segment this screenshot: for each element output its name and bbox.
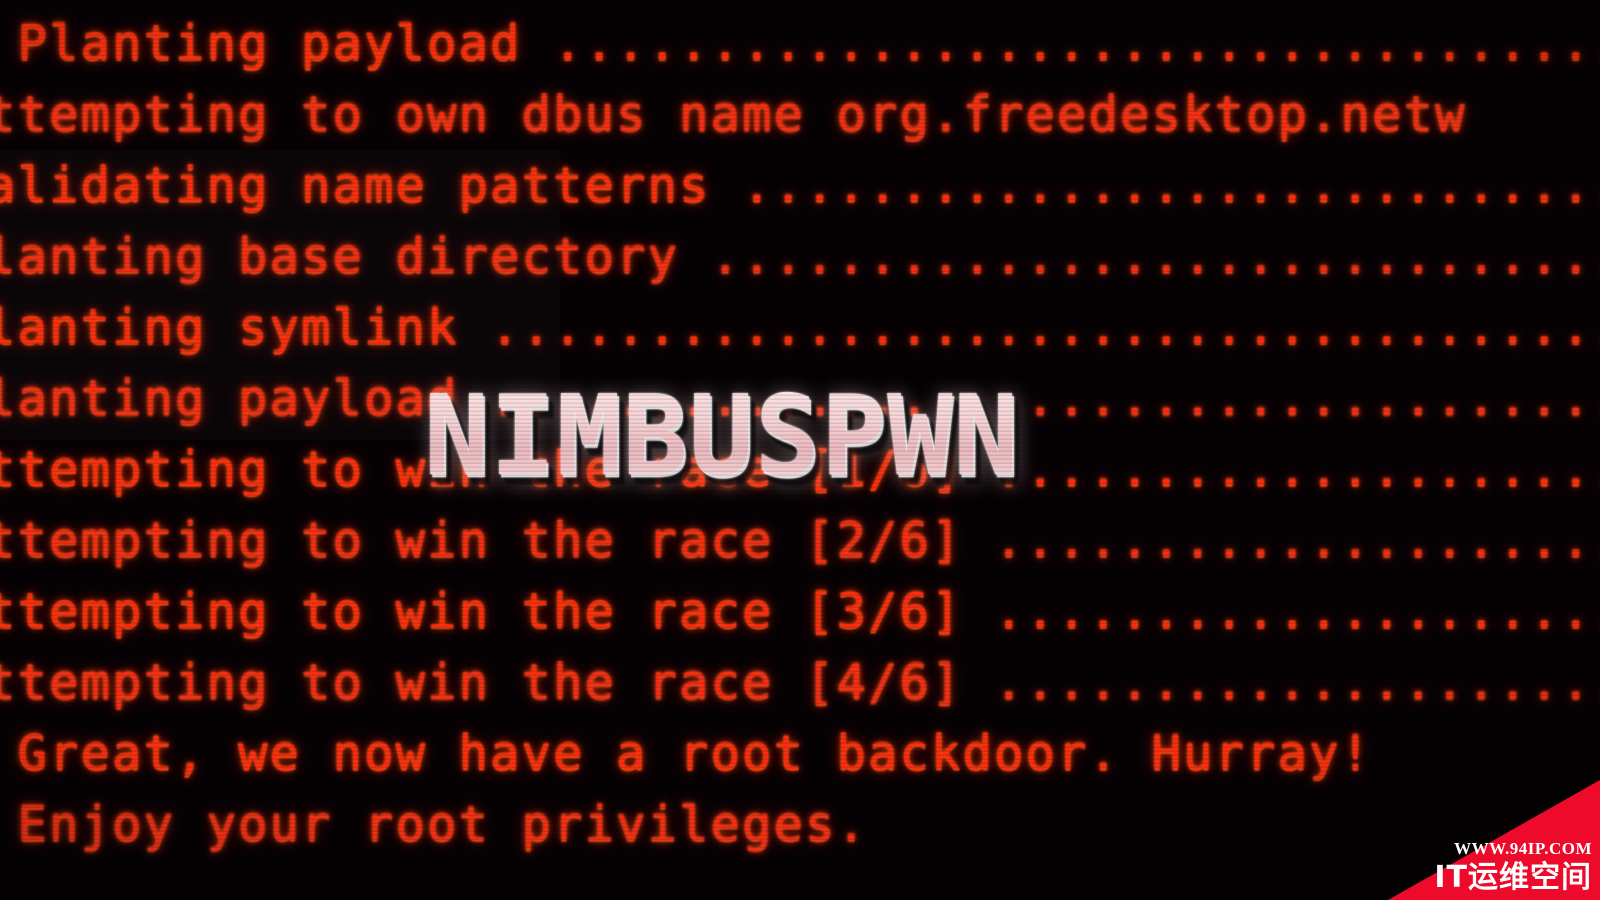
site-watermark: WWW.94IP.COM IT运维空间	[1388, 780, 1600, 900]
terminal-line: ttempting to own dbus name org.freedeskt…	[0, 79, 1600, 150]
terminal-line: lanting payload ........................…	[0, 363, 1600, 434]
watermark-url: WWW.94IP.COM	[1454, 839, 1592, 858]
terminal-line: ttempting to win the race [4/6] ........…	[0, 647, 1600, 718]
terminal-line: Enjoy your root privileges.	[0, 789, 1600, 860]
terminal-line: alidating name patterns ................…	[0, 150, 1600, 221]
terminal-line: ttempting to win the race [1/6] ........…	[0, 434, 1600, 505]
watermark-brand: IT运维空间	[1434, 860, 1592, 895]
terminal-line: Planting payload .......................…	[0, 8, 1600, 79]
terminal-line: lanting symlink ........................…	[0, 292, 1600, 363]
terminal-line: ttempting to win the race [3/6] ........…	[0, 576, 1600, 647]
terminal-screen[interactable]: Planting payload .......................…	[0, 0, 1600, 900]
terminal-output[interactable]: Planting payload .......................…	[0, 8, 1600, 860]
terminal-line: lanting base directory .................…	[0, 221, 1600, 292]
terminal-line: ttempting to win the race [2/6] ........…	[0, 505, 1600, 576]
terminal-line: Great, we now have a root backdoor. Hurr…	[0, 718, 1600, 789]
watermark-text: WWW.94IP.COM IT运维空间	[1434, 838, 1592, 896]
